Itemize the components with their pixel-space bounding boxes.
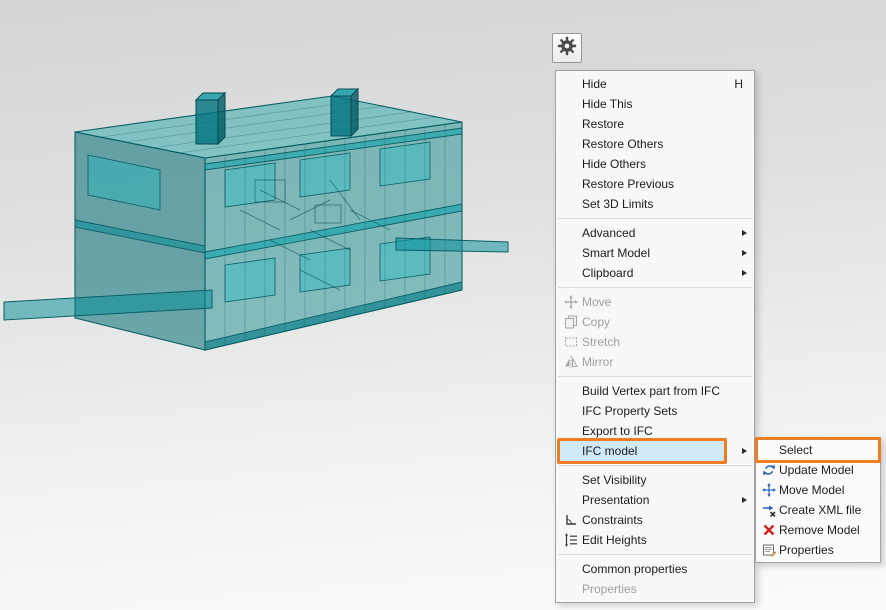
- submenu-item-update-model[interactable]: Update Model: [756, 460, 880, 480]
- menu-item-build-vertex-part-from-ifc[interactable]: Build Vertex part from IFC: [556, 381, 754, 401]
- building-model-3d[interactable]: [0, 60, 520, 380]
- gear-icon: [557, 36, 577, 61]
- menu-item-label: Build Vertex part from IFC: [582, 384, 746, 398]
- menu-item-label: Restore Previous: [582, 177, 746, 191]
- submenu-item-label: Create XML file: [779, 503, 874, 517]
- move-model-icon: [759, 483, 779, 497]
- menu-item-edit-heights[interactable]: Edit Heights: [556, 530, 754, 550]
- move-icon: [560, 295, 582, 309]
- menu-item-label: Copy: [582, 315, 746, 329]
- menu-item-label: Set Visibility: [582, 473, 746, 487]
- context-menu: Hide H Hide This Restore Restore Others …: [555, 70, 755, 603]
- menu-item-label: Smart Model: [582, 246, 746, 260]
- menu-item-smart-model[interactable]: Smart Model: [556, 243, 754, 263]
- remove-model-icon: [759, 523, 779, 537]
- menu-separator: [558, 287, 752, 288]
- menu-item-label: Move: [582, 295, 746, 309]
- menu-item-copy: Copy: [556, 312, 754, 332]
- menu-item-presentation[interactable]: Presentation: [556, 490, 754, 510]
- menu-item-mirror: Mirror: [556, 352, 754, 372]
- menu-item-clipboard[interactable]: Clipboard: [556, 263, 754, 283]
- menu-item-label: Restore: [582, 117, 746, 131]
- submenu-arrow-icon: [742, 250, 747, 256]
- submenu-item-select[interactable]: Select: [756, 440, 880, 460]
- stretch-icon: [560, 335, 582, 349]
- submenu-arrow-icon: [742, 270, 747, 276]
- menu-item-label: Set 3D Limits: [582, 197, 746, 211]
- menu-item-label: Hide This: [582, 97, 746, 111]
- menu-item-label: IFC model: [582, 444, 746, 458]
- menu-item-hide-this[interactable]: Hide This: [556, 94, 754, 114]
- submenu-item-move-model[interactable]: Move Model: [756, 480, 880, 500]
- menu-separator: [558, 376, 752, 377]
- menu-item-restore-previous[interactable]: Restore Previous: [556, 174, 754, 194]
- menu-item-label: Presentation: [582, 493, 746, 507]
- menu-separator: [558, 218, 752, 219]
- constraints-icon: [560, 513, 582, 527]
- menu-item-label: Mirror: [582, 355, 746, 369]
- submenu-item-properties[interactable]: Properties: [756, 540, 880, 560]
- menu-item-label: Export to IFC: [582, 424, 746, 438]
- menu-item-ifc-model[interactable]: IFC model: [556, 441, 754, 461]
- menu-item-label: Stretch: [582, 335, 746, 349]
- submenu-item-label: Properties: [779, 543, 874, 557]
- menu-item-label: Properties: [582, 582, 746, 596]
- menu-item-ifc-property-sets[interactable]: IFC Property Sets: [556, 401, 754, 421]
- submenu-arrow-icon: [742, 497, 747, 503]
- mirror-icon: [560, 355, 582, 369]
- copy-icon: [560, 315, 582, 329]
- menu-item-restore-others[interactable]: Restore Others: [556, 134, 754, 154]
- menu-item-properties: Properties: [556, 579, 754, 599]
- submenu-item-label: Remove Model: [779, 523, 874, 537]
- menu-item-hide[interactable]: Hide H: [556, 74, 754, 94]
- menu-item-set-visibility[interactable]: Set Visibility: [556, 470, 754, 490]
- menu-item-move: Move: [556, 292, 754, 312]
- menu-item-label: Hide Others: [582, 157, 746, 171]
- shortcut-key: H: [734, 77, 746, 91]
- menu-item-stretch: Stretch: [556, 332, 754, 352]
- menu-item-label: Hide: [582, 77, 734, 91]
- settings-gear-button[interactable]: [552, 33, 582, 63]
- submenu-item-label: Update Model: [779, 463, 874, 477]
- menu-separator: [558, 465, 752, 466]
- properties-icon: [759, 543, 779, 557]
- menu-item-restore[interactable]: Restore: [556, 114, 754, 134]
- menu-separator: [558, 554, 752, 555]
- submenu-item-remove-model[interactable]: Remove Model: [756, 520, 880, 540]
- submenu-arrow-icon: [742, 230, 747, 236]
- submenu-item-create-xml-file[interactable]: Create XML file: [756, 500, 880, 520]
- submenu-item-label: Select: [779, 443, 874, 457]
- menu-item-label: IFC Property Sets: [582, 404, 746, 418]
- menu-item-hide-others[interactable]: Hide Others: [556, 154, 754, 174]
- menu-item-label: Edit Heights: [582, 533, 746, 547]
- edit-heights-icon: [560, 533, 582, 547]
- menu-item-common-properties[interactable]: Common properties: [556, 559, 754, 579]
- submenu-item-label: Move Model: [779, 483, 874, 497]
- create-xml-icon: [759, 503, 779, 517]
- menu-item-set-3d-limits[interactable]: Set 3D Limits: [556, 194, 754, 214]
- menu-item-label: Constraints: [582, 513, 746, 527]
- menu-item-label: Common properties: [582, 562, 746, 576]
- menu-item-advanced[interactable]: Advanced: [556, 223, 754, 243]
- ifc-model-submenu: Select Update Model Move Model: [755, 437, 881, 563]
- menu-item-constraints[interactable]: Constraints: [556, 510, 754, 530]
- menu-item-label: Advanced: [582, 226, 746, 240]
- viewport-3d[interactable]: [0, 60, 520, 380]
- menu-item-label: Restore Others: [582, 137, 746, 151]
- update-model-icon: [759, 463, 779, 477]
- submenu-arrow-icon: [742, 448, 747, 454]
- menu-item-label: Clipboard: [582, 266, 746, 280]
